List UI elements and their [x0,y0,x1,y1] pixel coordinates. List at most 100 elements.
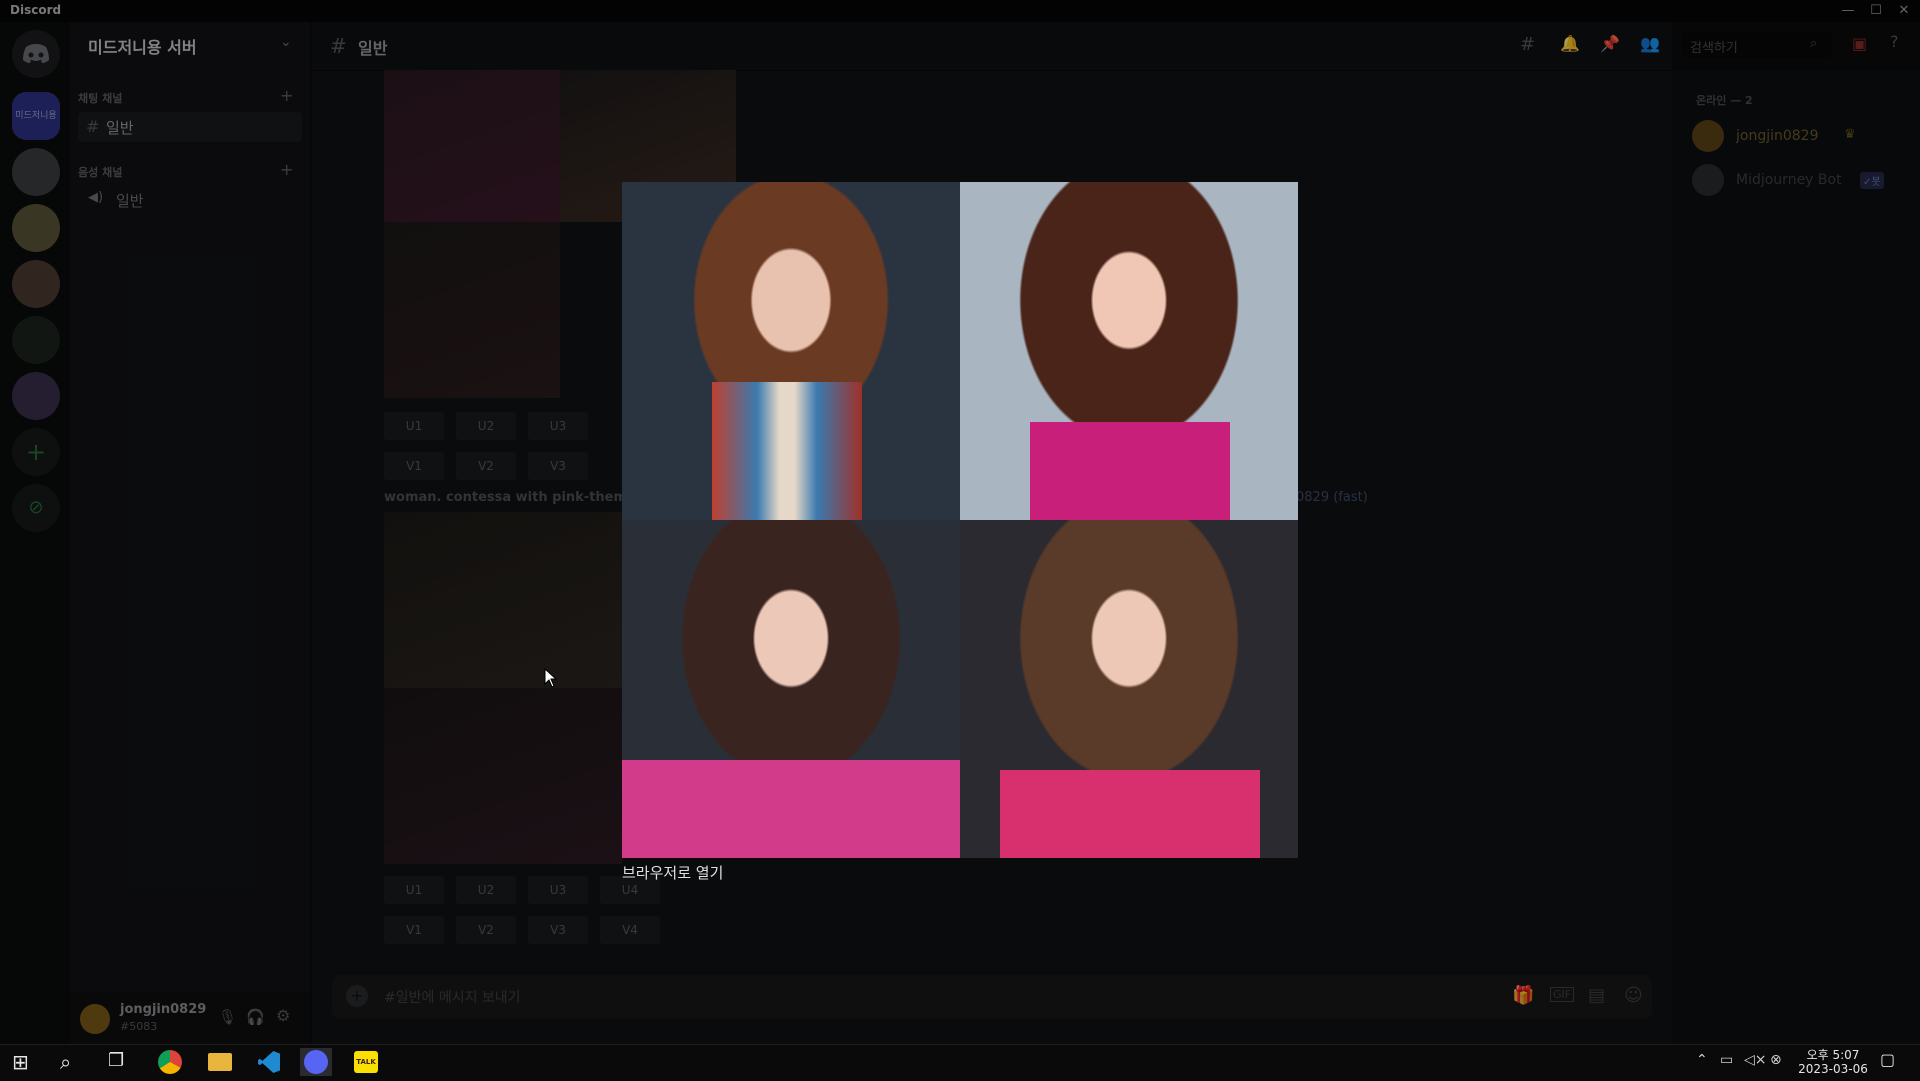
task-view-icon[interactable]: ❐ [108,1050,124,1071]
members-icon[interactable]: 👥 [1640,34,1660,53]
avatar[interactable] [80,1004,110,1034]
online-header: 온라인 — 2 [1696,94,1753,107]
crown-icon: ♛ [1844,127,1856,142]
headphones-icon[interactable]: 🎧 [246,1008,265,1026]
member-item[interactable]: jongjin0829 ♛ [1692,116,1902,156]
voice-channel-general[interactable]: 일반 [116,190,144,211]
chevron-down-icon[interactable]: ⌄ [280,34,292,50]
member-item[interactable]: Midjourney Bot ✓봇 [1692,160,1902,200]
microphone-icon[interactable]: 🎙 [218,1008,237,1026]
bell-icon[interactable]: 🔔 [1560,34,1580,53]
portrait-image-1 [622,182,960,520]
explore-servers-icon[interactable]: ⊘ [12,484,60,532]
discord-taskbar-icon[interactable] [300,1048,332,1076]
inbox-icon[interactable]: ▣ [1852,34,1867,53]
message-input[interactable]: #일반에 메시지 보내기 [384,987,521,1007]
user-tag: #5083 [120,1020,158,1033]
prompt-tail: 0829 (fast) [1296,490,1368,505]
close-button[interactable]: ✕ [1890,0,1918,22]
emoji-icon[interactable]: ☺ [1624,985,1643,1006]
u1-button[interactable]: U1 [384,412,444,440]
gif-icon[interactable]: GIF [1550,987,1575,1002]
message-image[interactable] [384,222,560,398]
settings-gear-icon[interactable]: ⚙ [276,1006,290,1025]
server-icon-midjourney[interactable]: 미드저니용서 [12,92,60,169]
server-name[interactable]: 미드저니용 서버 [88,34,197,58]
notification-icon[interactable]: ▢ [1880,1050,1895,1069]
add-channel-icon[interactable]: + [280,86,293,105]
server-icon-character[interactable] [12,204,60,252]
message-composer: + #일반에 메시지 보내기 🎁 GIF ▤ ☺ [332,975,1652,1019]
title-bar: Discord — ☐ ✕ [0,0,1920,22]
speaker-icon: ◀) [88,190,104,205]
message-image[interactable] [384,70,560,222]
v2-button[interactable]: V2 [456,916,516,944]
v4-button[interactable]: V4 [600,916,660,944]
portrait-image-2 [960,182,1298,520]
volume-muted-icon[interactable]: ◁× [1744,1052,1767,1068]
u3-button[interactable]: U3 [528,876,588,904]
taskbar-time[interactable]: 오후 5:07 [1800,1046,1866,1063]
message-image[interactable] [384,512,622,688]
search-icon: ⌕ [1810,36,1818,51]
member-list: 온라인 — 2 jongjin0829 ♛ Midjourney Bot ✓봇 [1672,70,1920,1054]
vscode-icon[interactable] [252,1048,284,1076]
server-icon-java[interactable] [12,260,60,308]
channel-sidebar: 미드저니용 서버 ⌄ 채팅 채널 + # 일반 음성 채널 + ◀) 일반 jo… [70,22,310,1054]
hash-icon: # [86,117,100,136]
member-name: jongjin0829 [1736,128,1819,144]
search-input[interactable]: 검색하기 [1690,37,1738,56]
v1-button[interactable]: V1 [384,916,444,944]
dress-shape [1030,422,1230,520]
search-icon[interactable]: ⌕ [60,1050,71,1074]
dress-shape [712,382,862,520]
kakaotalk-icon[interactable]: TALK [350,1048,382,1076]
discord-home-icon[interactable] [12,30,60,78]
v2-button[interactable]: V2 [456,452,516,480]
add-voice-channel-icon[interactable]: + [280,160,293,179]
v3-button[interactable]: V3 [528,452,588,480]
channel-item-general[interactable]: # 일반 [78,112,302,142]
voice-category[interactable]: 음성 채널 [78,164,122,180]
portrait-image-3 [622,520,960,858]
text-category[interactable]: 채팅 채널 [78,90,122,106]
server-icon-colorful[interactable] [12,372,60,420]
help-icon[interactable]: ? [1890,32,1899,51]
u2-button[interactable]: U2 [456,412,516,440]
channel-title: 일반 [358,39,388,58]
gift-icon[interactable]: 🎁 [1512,985,1534,1006]
u2-button[interactable]: U2 [456,876,516,904]
search-box[interactable]: 검색하기 ⌕ [1682,32,1832,58]
open-in-browser-link[interactable]: 브라우저로 열기 [622,862,723,883]
server-icon-sailboat[interactable] [12,148,60,196]
pin-icon[interactable]: 📌 [1600,34,1620,53]
chrome-icon[interactable] [154,1048,186,1076]
u3-button[interactable]: U3 [528,412,588,440]
mouse-cursor-icon [544,668,558,688]
file-explorer-icon[interactable] [204,1048,236,1076]
dress-shape [1000,770,1260,858]
message-image[interactable] [384,688,622,864]
status-icon[interactable]: ⊗ [1770,1052,1782,1068]
attach-plus-icon[interactable]: + [346,985,368,1007]
chevron-up-icon[interactable]: ⌃ [1696,1052,1708,1068]
server-icon-stars[interactable] [12,316,60,364]
username: jongjin0829 [120,1002,207,1017]
v3-button[interactable]: V3 [528,916,588,944]
u1-button[interactable]: U1 [384,876,444,904]
image-preview[interactable] [622,182,1298,858]
bot-badge: ✓봇 [1860,172,1884,189]
sticker-icon[interactable]: ▤ [1588,985,1605,1006]
hash-icon: # [330,34,347,58]
maximize-button[interactable]: ☐ [1862,0,1890,22]
minimize-button[interactable]: — [1834,0,1862,22]
windows-start-icon[interactable]: ⊞ [12,1050,29,1074]
taskbar-date[interactable]: 2023-03-06 [1796,1062,1870,1076]
v1-button[interactable]: V1 [384,452,444,480]
avatar [1692,120,1724,152]
member-name: Midjourney Bot [1736,172,1842,188]
threads-icon[interactable]: # [1520,34,1535,55]
add-server-icon[interactable]: + [12,428,60,476]
server-rail: 미드저니용서 + ⊘ [0,22,70,1054]
network-icon[interactable]: ▭ [1720,1052,1733,1068]
